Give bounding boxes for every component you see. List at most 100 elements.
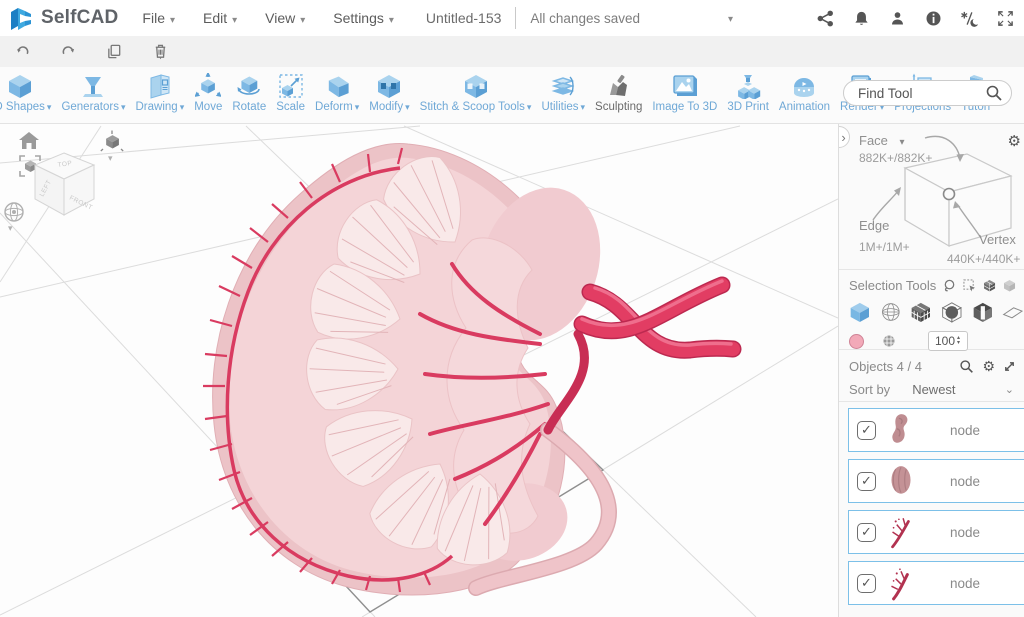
artery-branch-thumbnail [888, 514, 914, 550]
move-arrows-icon [194, 72, 222, 100]
cube-mesh-select-icon [1003, 279, 1016, 292]
axis-gizmo-chevron-icon[interactable]: ▾ [108, 153, 113, 164]
tool-image-to-3d[interactable]: Image To 3D [647, 67, 722, 113]
tool-label: 3D Shapes [0, 101, 51, 113]
save-status: All changes saved [530, 11, 640, 26]
view-cube[interactable]: TOP LEFT FRONT [26, 150, 104, 220]
menu-file[interactable]: File [128, 0, 189, 36]
select-plane-mode[interactable] [1002, 301, 1024, 323]
stitch-cube-icon [462, 72, 490, 100]
select-half-mode[interactable] [972, 301, 994, 323]
menu-settings-label: Settings [333, 10, 384, 26]
printer-icon [734, 72, 762, 100]
viewport-canvas[interactable] [0, 124, 838, 617]
app-logo[interactable]: SelfCAD [0, 5, 128, 32]
document-title[interactable]: Untitled-153 [426, 10, 502, 26]
tool-label: Sculpting [595, 101, 642, 113]
menu-view-label: View [265, 10, 295, 26]
tool-scale[interactable]: Scale [271, 67, 310, 113]
chevron-down-icon [900, 133, 905, 148]
chevron-right-icon: › [841, 130, 845, 145]
copy-button[interactable] [104, 42, 124, 62]
renal-vessels[interactable] [582, 281, 733, 350]
tool-3d-shapes[interactable]: 3D Shapes [0, 67, 56, 113]
chevron-down-icon [300, 10, 305, 26]
account-icon[interactable] [886, 7, 908, 29]
node-visibility-checkbox[interactable] [857, 421, 876, 440]
brush-size-field[interactable]: ▴▾ [928, 331, 968, 351]
menu-file-label: File [142, 10, 165, 26]
tool-stitch-scoop[interactable]: Stitch & Scoop Tools [415, 67, 537, 113]
menu-edit[interactable]: Edit [189, 0, 251, 36]
edge-count-value: 1M+/1M+ [859, 240, 910, 254]
find-tool-search[interactable] [843, 80, 1012, 106]
divider [515, 7, 516, 29]
cube-cells-select-icon[interactable] [983, 279, 996, 292]
delete-trash-button[interactable] [150, 42, 170, 62]
node-visibility-checkbox[interactable] [857, 523, 876, 542]
vertex-count-label: Vertex [979, 232, 1016, 247]
select-solid-mode-active[interactable] [849, 301, 871, 323]
rectangle-select-icon[interactable] [963, 279, 976, 292]
tool-deform[interactable]: Deform [310, 67, 364, 113]
stepper-arrows[interactable]: ▴▾ [955, 336, 960, 346]
node-label: node [950, 576, 980, 591]
find-tool-input[interactable] [858, 86, 976, 101]
lasso-select-icon[interactable] [943, 279, 956, 292]
theme-toggle-icon[interactable] [958, 7, 980, 29]
node-visibility-checkbox[interactable] [857, 472, 876, 491]
select-wireframe-mode[interactable] [880, 301, 902, 323]
chevron-down-icon [389, 10, 394, 26]
brush-color-swatch[interactable] [849, 334, 864, 349]
render-mode-sphere-button[interactable] [3, 201, 25, 228]
face-count-label[interactable]: Face [859, 133, 905, 148]
fullscreen-icon[interactable] [994, 7, 1016, 29]
tool-modify[interactable]: Modify [364, 67, 414, 113]
expand-panel-icon[interactable] [1003, 360, 1016, 373]
node-label: node [950, 525, 980, 540]
object-list-item[interactable]: node [848, 459, 1024, 503]
select-sphere-region-mode[interactable] [941, 301, 963, 323]
chevron-down-icon [170, 10, 175, 26]
tool-move[interactable]: Move [189, 67, 227, 113]
tool-drawing[interactable]: Drawing [131, 67, 190, 113]
selection-tools-section: Selection Tools [839, 270, 1024, 350]
tool-animation[interactable]: Animation [774, 67, 835, 113]
search-icon[interactable] [985, 84, 1003, 102]
info-icon[interactable] [922, 7, 944, 29]
render-mode-chevron-icon[interactable]: ▾ [8, 223, 13, 234]
notifications-bell-icon[interactable] [850, 7, 872, 29]
tool-3d-print[interactable]: 3D Print [722, 67, 774, 113]
undo-button[interactable] [12, 42, 32, 62]
funnel-icon [79, 72, 107, 100]
node-visibility-checkbox[interactable] [857, 574, 876, 593]
tool-label: Animation [779, 101, 830, 113]
menu-settings[interactable]: Settings [319, 0, 408, 36]
menu-view[interactable]: View [251, 0, 319, 36]
kidney-model[interactable] [203, 144, 619, 596]
objects-settings-gear-icon[interactable]: ⚙ [982, 358, 995, 375]
object-list-item[interactable]: node [848, 561, 1024, 605]
redo-button[interactable] [58, 42, 78, 62]
selfcad-logo-icon [8, 5, 35, 32]
viewport-3d[interactable]: TOP LEFT FRONT ▾ ▾ [0, 124, 838, 617]
main-toolbar: 3D Shapes Generators Drawing Move Rotate [0, 67, 1024, 124]
tool-label: Move [194, 101, 222, 113]
tool-label: Stitch & Scoop Tools [420, 101, 532, 113]
tool-rotate[interactable]: Rotate [227, 67, 271, 113]
object-list-item[interactable]: node [848, 408, 1024, 452]
tool-sculpting[interactable]: Sculpting [590, 67, 647, 113]
object-list-item[interactable]: node [848, 510, 1024, 554]
tool-label: Rotate [232, 101, 266, 113]
sort-dropdown[interactable]: Newest ⌄ [912, 382, 1016, 397]
mesh-sphere-icon[interactable] [882, 334, 896, 348]
save-status-chevron-icon[interactable] [728, 9, 733, 27]
search-objects-icon[interactable] [959, 359, 974, 374]
tool-label: Generators [61, 101, 125, 113]
select-polygon-mode[interactable] [910, 301, 932, 323]
vein-branch-thumbnail [888, 565, 914, 601]
share-icon[interactable] [814, 7, 836, 29]
tool-generators[interactable]: Generators [56, 67, 130, 113]
brush-size-input[interactable] [929, 334, 955, 348]
tool-utilities[interactable]: Utilities [536, 67, 590, 113]
